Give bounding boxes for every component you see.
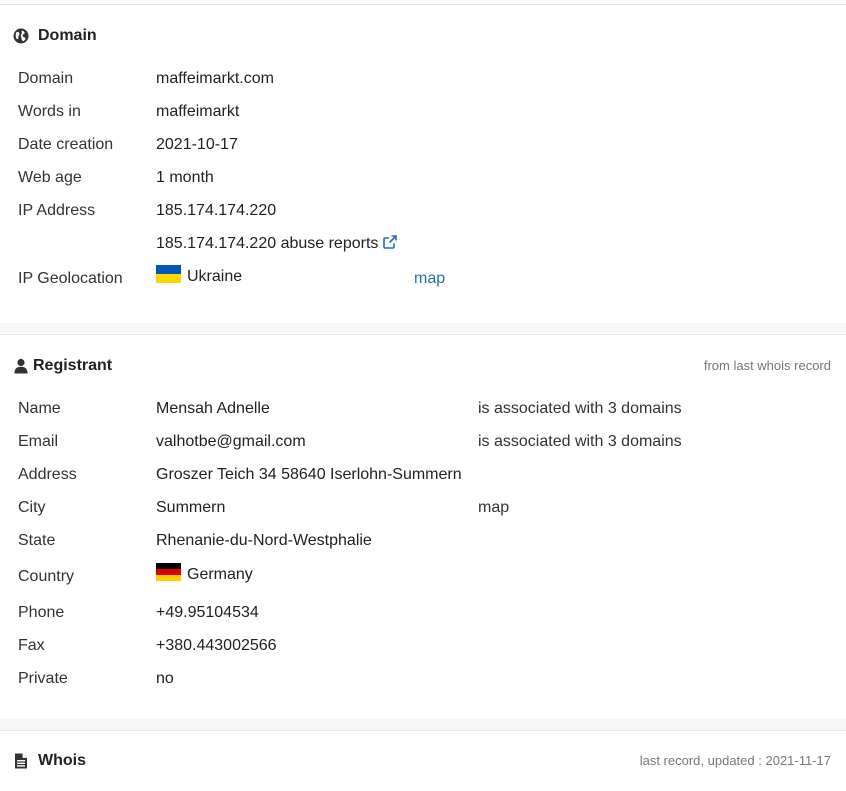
registrant-country-row: Country Germany: [0, 563, 846, 589]
whois-panel-note: last record, updated : 2021-11-17: [639, 753, 831, 768]
registrant-panel: Registrant from last whois record Name M…: [0, 334, 846, 719]
domain-panel: Domain Domain maffeimarkt.com Words in m…: [0, 4, 846, 324]
web-age-value: 1 month: [156, 169, 214, 186]
domain-label: Domain: [18, 70, 74, 87]
ip-address-link[interactable]: 185.174.174.220: [156, 199, 276, 223]
date-creation-label: Date creation: [18, 136, 114, 153]
domain-row: Domain maffeimarkt.com: [0, 67, 846, 91]
registrant-phone-value: +49.95104534: [156, 604, 259, 621]
registrant-country-name: Germany: [187, 566, 253, 583]
ip-geolocation-value: Ukraine: [156, 265, 242, 289]
ip-address-row: IP Address 185.174.174.220: [0, 199, 846, 223]
registrant-email-label: Email: [18, 433, 59, 450]
registrant-panel-note: from last whois record: [703, 358, 831, 373]
external-link-icon: [383, 235, 398, 249]
registrant-state-row: State Rhenanie-du-Nord-Westphalie: [0, 529, 846, 553]
registrant-state-value: Rhenanie-du-Nord-Westphalie: [156, 532, 372, 549]
domain-panel-title: Domain: [38, 27, 97, 44]
abuse-reports-link[interactable]: 185.174.174.220 abuse reports: [156, 232, 398, 256]
registrant-fax-row: Fax +380.443002566: [0, 634, 846, 658]
date-creation-value: 2021-10-17: [156, 136, 238, 153]
abuse-reports-row: 185.174.174.220 abuse reports: [0, 232, 846, 256]
user-icon: [14, 358, 28, 374]
words-in-label: Words in: [18, 103, 81, 120]
registrant-private-value: no: [156, 670, 174, 687]
ukraine-flag-icon: [156, 265, 181, 283]
registrant-state-label: State: [18, 532, 56, 549]
registrant-email-row: Email valhotbe@gmail.com is associated w…: [0, 430, 846, 454]
web-age-row: Web age 1 month: [0, 166, 846, 190]
ip-address-label: IP Address: [18, 202, 96, 219]
registrant-city-map-link[interactable]: map: [478, 496, 509, 520]
registrant-address-value: Groszer Teich 34 58640 Iserlohn-Summern: [156, 466, 462, 483]
date-creation-row: Date creation 2021-10-17: [0, 133, 846, 157]
section-divider: [0, 718, 846, 730]
registrant-city-value: Summern: [156, 499, 226, 516]
ip-geolocation-country: Ukraine: [187, 268, 243, 285]
registrant-name-link[interactable]: Mensah Adnelle: [156, 397, 270, 421]
whois-panel-title: Whois: [38, 752, 86, 769]
registrant-email-link[interactable]: valhotbe@gmail.com: [156, 430, 306, 454]
registrant-country-label: Country: [18, 568, 75, 585]
registrant-fax-label: Fax: [18, 637, 45, 654]
registrant-city-row: City Summern map: [0, 496, 846, 520]
registrant-address-row: Address Groszer Teich 34 58640 Iserlohn-…: [0, 463, 846, 487]
registrant-phone-row: Phone +49.95104534: [0, 601, 846, 625]
registrant-name-association: is associated with 3 domains: [478, 400, 682, 417]
globe-icon: [13, 28, 29, 44]
ip-geolocation-label: IP Geolocation: [18, 270, 123, 287]
web-age-label: Web age: [18, 169, 82, 186]
registrant-country-value: Germany: [156, 563, 253, 587]
registrant-name-label: Name: [18, 400, 61, 417]
words-in-value: maffeimarkt: [156, 103, 240, 120]
registrant-address-label: Address: [18, 466, 77, 483]
whois-panel-header: Whois last record, updated : 2021-11-17: [0, 746, 846, 776]
words-in-row: Words in maffeimarkt: [0, 100, 846, 124]
registrant-city-label: City: [18, 499, 46, 516]
abuse-reports-label: 185.174.174.220 abuse reports: [156, 235, 379, 252]
registrant-name-row: Name Mensah Adnelle is associated with 3…: [0, 397, 846, 421]
registrant-email-association: is associated with 3 domains: [478, 433, 682, 450]
whois-panel: Whois last record, updated : 2021-11-17: [0, 730, 846, 791]
registrant-private-row: Private no: [0, 667, 846, 691]
domain-value: maffeimarkt.com: [156, 70, 274, 87]
registrant-panel-title: Registrant: [33, 357, 113, 374]
ip-geolocation-map-link[interactable]: map: [414, 267, 445, 291]
germany-flag-icon: [156, 563, 181, 581]
document-icon: [15, 753, 27, 769]
domain-panel-header: Domain: [0, 21, 846, 51]
section-divider: [0, 323, 846, 333]
registrant-panel-header: Registrant from last whois record: [0, 351, 846, 381]
registrant-private-label: Private: [18, 670, 68, 687]
ip-geolocation-row: IP Geolocation Ukraine map: [0, 265, 846, 291]
registrant-phone-label: Phone: [18, 604, 65, 621]
registrant-fax-value: +380.443002566: [156, 637, 277, 654]
